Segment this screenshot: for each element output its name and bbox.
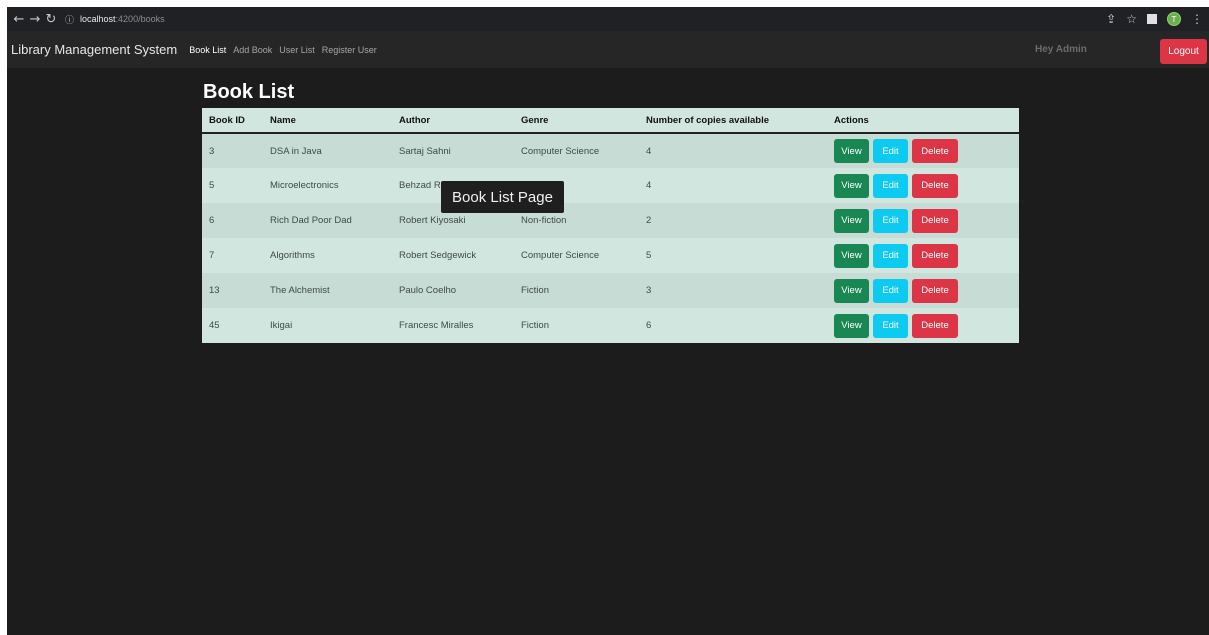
header-actions: Actions xyxy=(827,108,1019,134)
cell-author: Paulo Coelho xyxy=(392,273,514,308)
logout-button[interactable]: Logout xyxy=(1160,39,1207,64)
extension-icon[interactable] xyxy=(1147,14,1157,24)
view-button[interactable]: View xyxy=(834,243,869,268)
nav-link-book-list[interactable]: Book List xyxy=(189,45,226,55)
view-button[interactable]: View xyxy=(834,173,869,198)
cell-actions: View Edit Delete xyxy=(827,308,1019,343)
nav-link-add-book[interactable]: Add Book xyxy=(233,45,272,55)
menu-icon[interactable]: ⋮ xyxy=(1191,12,1203,26)
info-icon[interactable]: ⓘ xyxy=(65,13,74,26)
page-title: Book List xyxy=(203,81,295,103)
address-host: localhost xyxy=(80,14,116,24)
cell-name: Rich Dad Poor Dad xyxy=(263,203,392,238)
nav-links: Book List Add Book User List Register Us… xyxy=(189,45,377,55)
header-name: Name xyxy=(263,108,392,134)
cell-book-id: 3 xyxy=(202,133,263,168)
edit-button[interactable]: Edit xyxy=(873,243,908,268)
cell-name: The Alchemist xyxy=(263,273,392,308)
cell-name: Algorithms xyxy=(263,238,392,273)
edit-button[interactable]: Edit xyxy=(873,278,908,303)
delete-button[interactable]: Delete xyxy=(912,139,958,163)
cell-copies: 5 xyxy=(639,238,827,273)
cell-book-id: 6 xyxy=(202,203,263,238)
table-row: 13 The Alchemist Paulo Coelho Fiction 3 … xyxy=(202,273,1019,308)
cell-author: Robert Sedgewick xyxy=(392,238,514,273)
cell-author: Francesc Miralles xyxy=(392,308,514,343)
view-button[interactable]: View xyxy=(834,278,869,303)
header-book-id: Book ID xyxy=(202,108,263,134)
cell-actions: View Edit Delete xyxy=(827,238,1019,273)
delete-button[interactable]: Delete xyxy=(912,243,958,268)
edit-button[interactable]: Edit xyxy=(873,208,908,233)
books-table: Book ID Name Author Genre Number of copi… xyxy=(202,108,1019,343)
cell-genre: Computer Science xyxy=(514,133,639,168)
cell-name: DSA in Java xyxy=(263,133,392,168)
greeting-text: Hey Admin xyxy=(1035,44,1087,55)
table-row: 6 Rich Dad Poor Dad Robert Kiyosaki Non-… xyxy=(202,203,1019,238)
reload-icon[interactable]: ↻ xyxy=(43,12,59,27)
address-path: :4200/books xyxy=(115,14,165,24)
cell-copies: 2 xyxy=(639,203,827,238)
cell-book-id: 7 xyxy=(202,238,263,273)
cell-genre: Fiction xyxy=(514,308,639,343)
delete-button[interactable]: Delete xyxy=(912,313,958,338)
page-tooltip: Book List Page xyxy=(441,181,564,213)
browser-toolbar: ← → ↻ ⓘ localhost:4200/books ⇪ ☆ T ⋮ xyxy=(7,7,1209,31)
edit-button[interactable]: Edit xyxy=(873,139,908,163)
cell-author: Sartaj Sahni xyxy=(392,133,514,168)
cell-book-id: 13 xyxy=(202,273,263,308)
cell-genre: Computer Science xyxy=(514,238,639,273)
table-row: 3 DSA in Java Sartaj Sahni Computer Scie… xyxy=(202,133,1019,168)
view-button[interactable]: View xyxy=(834,139,869,163)
view-button[interactable]: View xyxy=(834,208,869,233)
back-icon[interactable]: ← xyxy=(11,12,27,27)
star-icon[interactable]: ☆ xyxy=(1126,12,1137,26)
header-author: Author xyxy=(392,108,514,134)
header-copies: Number of copies available xyxy=(639,108,827,134)
forward-icon[interactable]: → xyxy=(27,12,43,27)
edit-button[interactable]: Edit xyxy=(873,173,908,198)
view-button[interactable]: View xyxy=(834,313,869,338)
cell-actions: View Edit Delete xyxy=(827,203,1019,238)
nav-link-user-list[interactable]: User List xyxy=(279,45,315,55)
delete-button[interactable]: Delete xyxy=(912,278,958,303)
cell-genre: Fiction xyxy=(514,273,639,308)
table-row: 45 Ikigai Francesc Miralles Fiction 6 Vi… xyxy=(202,308,1019,343)
browser-window: ← → ↻ ⓘ localhost:4200/books ⇪ ☆ T ⋮ Lib… xyxy=(7,7,1209,635)
cell-actions: View Edit Delete xyxy=(827,273,1019,308)
table-header-row: Book ID Name Author Genre Number of copi… xyxy=(202,108,1019,134)
header-genre: Genre xyxy=(514,108,639,134)
delete-button[interactable]: Delete xyxy=(912,208,958,233)
share-icon[interactable]: ⇪ xyxy=(1106,12,1116,26)
address-bar[interactable]: ⓘ localhost:4200/books xyxy=(65,10,1125,28)
cell-book-id: 5 xyxy=(202,168,263,203)
cell-copies: 3 xyxy=(639,273,827,308)
table-row: 5 Microelectronics Behzad R cs 4 ViewEdi… xyxy=(202,168,1019,203)
edit-button[interactable]: Edit xyxy=(873,313,908,338)
cell-name: Microelectronics xyxy=(263,168,392,203)
brand-title[interactable]: Library Management System xyxy=(11,42,177,57)
delete-button[interactable]: Delete xyxy=(912,173,958,198)
cell-copies: 6 xyxy=(639,308,827,343)
cell-actions: View Edit Delete xyxy=(827,133,1019,168)
cell-name: Ikigai xyxy=(263,308,392,343)
table-row: 7 Algorithms Robert Sedgewick Computer S… xyxy=(202,238,1019,273)
profile-icon[interactable]: T xyxy=(1167,12,1181,26)
cell-copies: 4 xyxy=(639,133,827,168)
cell-copies: 4 xyxy=(639,168,827,203)
nav-link-register-user[interactable]: Register User xyxy=(322,45,377,55)
app-navbar: Library Management System Book List Add … xyxy=(7,31,1209,68)
cell-book-id: 45 xyxy=(202,308,263,343)
cell-actions: View Edit Delete xyxy=(827,168,1019,203)
